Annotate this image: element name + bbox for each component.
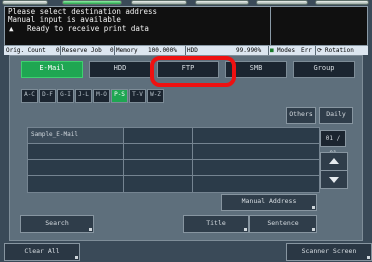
title-button[interactable]: Title (183, 215, 249, 233)
modes-icon: ■ (270, 47, 274, 54)
status-row: Orig. Count 0 Reserve Job 0 Memory 100.0… (4, 46, 368, 55)
err-label: Err (301, 47, 312, 54)
manual-address-button[interactable]: Manual Address (221, 194, 317, 211)
orig-count-label: Orig. Count (6, 47, 46, 54)
address-entry[interactable] (192, 175, 320, 193)
print-icon: ▲ (9, 24, 14, 33)
letter-tab-t-v[interactable]: T-V (129, 89, 146, 103)
page-up-button[interactable] (320, 152, 348, 171)
letter-tab-w-z[interactable]: W-Z (147, 89, 164, 103)
memory-value: 100.000% (148, 47, 177, 54)
top-tab-3[interactable] (131, 0, 187, 5)
letter-tab-p-s[interactable]: P-S (111, 89, 128, 103)
message-line-3: Ready to receive print data (27, 24, 149, 33)
top-tab-4[interactable] (195, 0, 249, 5)
address-entry[interactable] (27, 175, 128, 193)
rotation-label: Rotation (325, 47, 354, 54)
page-indicator: 01 / 01 (320, 130, 346, 157)
tab-hdd[interactable]: HDD (89, 61, 151, 78)
rotation-icon: ⟳ (317, 47, 323, 54)
sentence-button[interactable]: Sentence (249, 215, 317, 233)
top-tab-5[interactable] (256, 0, 308, 5)
others-button[interactable]: Others (286, 107, 316, 124)
scanner-screen-button[interactable]: Scanner Screen (286, 243, 372, 261)
tab-group[interactable]: Group (293, 61, 355, 78)
memory-label: Memory (116, 47, 138, 54)
letter-tab-a-c[interactable]: A-C (21, 89, 38, 103)
letter-tab-j-l[interactable]: J-L (75, 89, 92, 103)
tab-email[interactable]: E-Mail (21, 61, 83, 78)
top-tab-2-active[interactable] (62, 0, 122, 5)
message-line-2: Manual input is available (8, 15, 121, 24)
message-panel: Please select destination address Manual… (4, 6, 368, 46)
hdd-label: HDD (187, 47, 198, 54)
ftp-highlight-ring (150, 56, 236, 87)
top-tab-6[interactable] (315, 0, 369, 5)
daily-button[interactable]: Daily (319, 107, 353, 124)
panel-divider (270, 7, 271, 45)
letter-tab-g-i[interactable]: G-I (57, 89, 74, 103)
triangle-up-icon (329, 158, 339, 164)
hdd-value: 99.990% (236, 47, 262, 54)
top-tab-1[interactable] (2, 0, 48, 5)
modes-label: Modes (277, 47, 296, 54)
page-down-button[interactable] (320, 170, 348, 189)
search-button[interactable]: Search (20, 215, 94, 233)
reserve-job-label: Reserve Job (62, 47, 102, 54)
address-entry[interactable] (123, 175, 197, 193)
letter-tab-d-f[interactable]: D-F (39, 89, 56, 103)
clear-all-button[interactable]: Clear All (4, 243, 80, 261)
letter-tab-m-o[interactable]: M-O (93, 89, 110, 103)
triangle-down-icon (329, 177, 339, 183)
